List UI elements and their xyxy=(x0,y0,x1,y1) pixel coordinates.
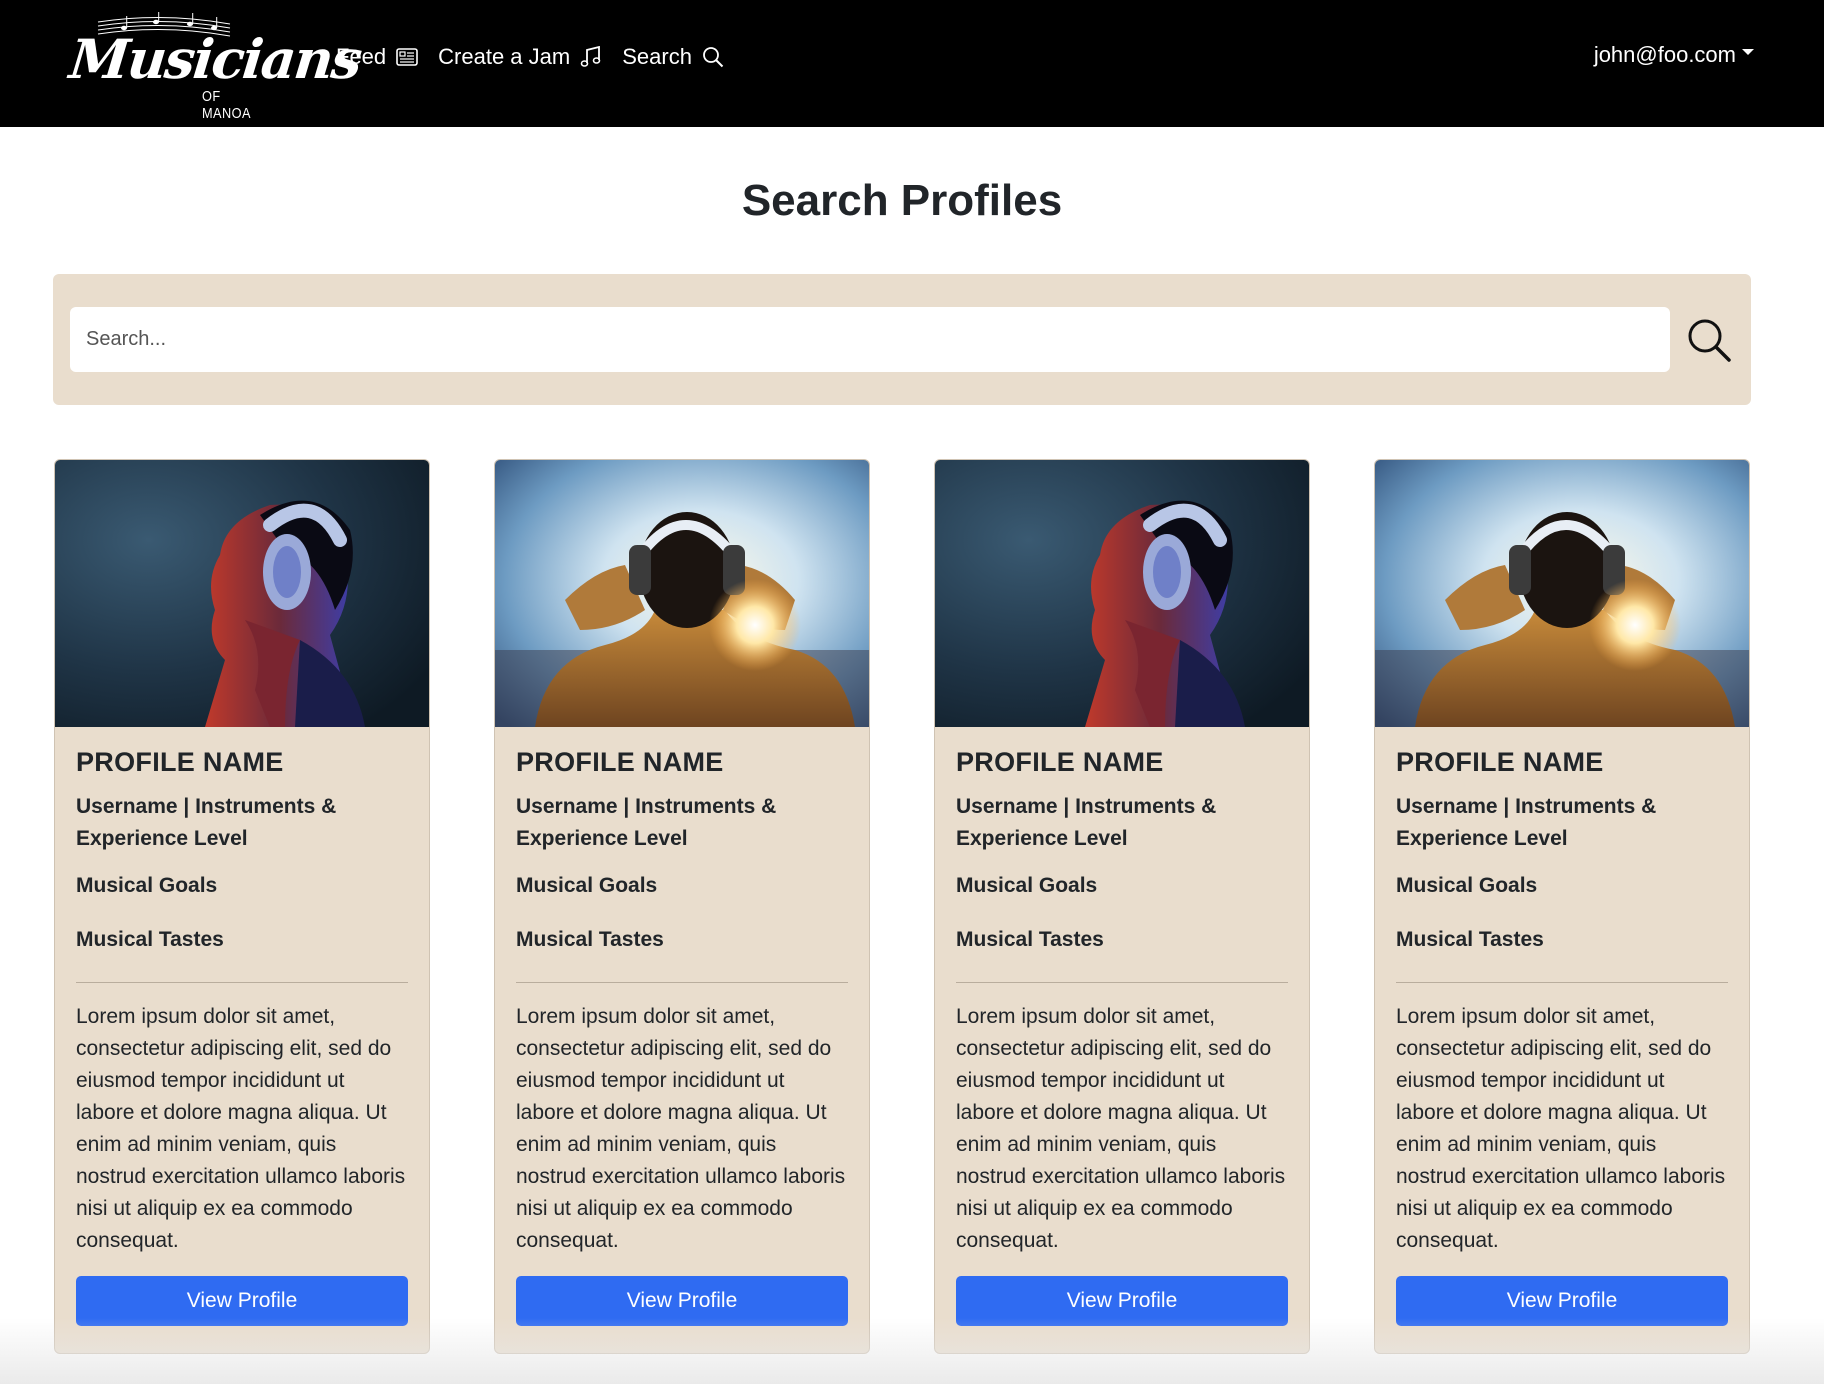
profile-subtitle: Username | Instruments & Experience Leve… xyxy=(76,795,337,850)
nav-feed-label: Feed xyxy=(336,44,387,69)
user-email: john@foo.com xyxy=(1593,42,1736,67)
profile-goals: Musical Goals xyxy=(516,874,658,897)
divider xyxy=(76,982,408,983)
profile-subtitle: Username | Instruments & Experience Leve… xyxy=(956,795,1217,850)
profile-card: PROFILE NAME Username | Instruments & Ex… xyxy=(494,459,870,1354)
view-profile-button[interactable]: View Profile xyxy=(516,1276,848,1326)
profile-photo xyxy=(55,460,429,727)
search-panel xyxy=(53,274,1751,405)
page-title: Search Profiles xyxy=(741,176,1063,225)
profile-card: PROFILE NAME Username | Instruments & Ex… xyxy=(934,459,1310,1354)
search-icon xyxy=(703,47,724,68)
divider xyxy=(956,982,1288,983)
profile-name: PROFILE NAME xyxy=(1396,747,1604,777)
divider xyxy=(1396,982,1728,983)
profile-bio: Lorem ipsum dolor sit amet, consectetur … xyxy=(516,1005,846,1252)
profile-bio: Lorem ipsum dolor sit amet, consectetur … xyxy=(76,1005,406,1252)
view-profile-button[interactable]: View Profile xyxy=(76,1276,408,1326)
nav-create-jam-label: Create a Jam xyxy=(438,44,571,69)
profile-tastes: Musical Tastes xyxy=(76,928,224,951)
profile-goals: Musical Goals xyxy=(76,874,218,897)
profile-bio: Lorem ipsum dolor sit amet, consectetur … xyxy=(1396,1005,1726,1252)
search-input[interactable] xyxy=(70,307,1670,372)
profile-subtitle: Username | Instruments & Experience Leve… xyxy=(516,795,777,850)
profile-goals: Musical Goals xyxy=(1396,874,1538,897)
nav-feed[interactable]: Feed xyxy=(336,44,418,70)
navbar: Musicians OF MANOA Feed Create a Jam Sea… xyxy=(0,0,1824,127)
profile-photo xyxy=(935,460,1309,727)
profile-bio: Lorem ipsum dolor sit amet, consectetur … xyxy=(956,1005,1286,1252)
profile-photo xyxy=(495,460,869,727)
profile-photo xyxy=(1375,460,1749,727)
nav-search[interactable]: Search xyxy=(622,44,724,70)
profile-subtitle: Username | Instruments & Experience Leve… xyxy=(1396,795,1657,850)
profile-name: PROFILE NAME xyxy=(956,747,1164,777)
profile-tastes: Musical Tastes xyxy=(956,928,1104,951)
view-profile-button[interactable]: View Profile xyxy=(1396,1276,1728,1326)
search-button[interactable] xyxy=(1685,316,1733,364)
nav-search-label: Search xyxy=(622,44,692,69)
profile-tastes: Musical Tastes xyxy=(1396,928,1544,951)
brand-title: Musicians xyxy=(66,27,364,91)
nav-links: Feed Create a Jam Search xyxy=(336,40,724,74)
profile-card: PROFILE NAME Username | Instruments & Ex… xyxy=(54,459,430,1354)
divider xyxy=(516,982,848,983)
nav-create-jam[interactable]: Create a Jam xyxy=(438,44,602,70)
profile-goals: Musical Goals xyxy=(956,874,1098,897)
search-icon xyxy=(1688,319,1731,362)
profile-tastes: Musical Tastes xyxy=(516,928,664,951)
brand-logo[interactable]: Musicians OF MANOA xyxy=(67,10,363,122)
music-note-icon xyxy=(580,46,601,67)
user-dropdown[interactable]: john@foo.com xyxy=(1594,42,1754,68)
brand-subtitle: OF MANOA xyxy=(202,88,251,122)
newspaper-icon xyxy=(396,48,418,66)
view-profile-button[interactable]: View Profile xyxy=(956,1276,1288,1326)
profile-card: PROFILE NAME Username | Instruments & Ex… xyxy=(1374,459,1750,1354)
profile-name: PROFILE NAME xyxy=(516,747,724,777)
caret-down-icon xyxy=(1742,49,1754,55)
profile-name: PROFILE NAME xyxy=(76,747,284,777)
